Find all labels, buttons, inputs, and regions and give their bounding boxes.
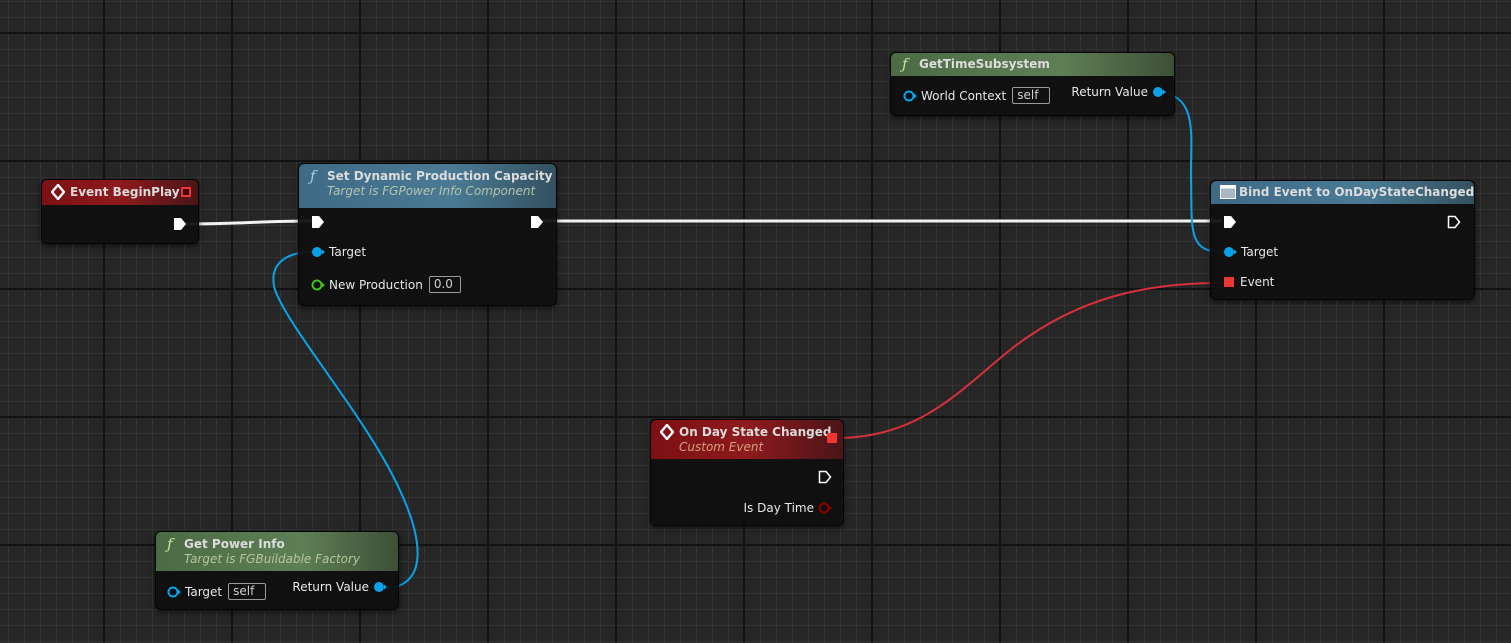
node-get-time-subsystem[interactable]: ƒ GetTimeSubsystem World Context self Re… bbox=[890, 52, 1175, 116]
node-header[interactable]: On Day State Changed Custom Event bbox=[651, 420, 843, 459]
new-production-input[interactable]: 0.0 bbox=[428, 276, 461, 293]
object-pin-icon[interactable] bbox=[311, 245, 325, 259]
float-pin-icon[interactable] bbox=[311, 278, 325, 292]
node-header[interactable]: Event BeginPlay bbox=[42, 180, 198, 205]
exec-out-pin[interactable] bbox=[530, 215, 544, 229]
node-header[interactable]: ƒ Get Power Info Target is FGBuildable F… bbox=[156, 532, 398, 571]
pin-row-target[interactable]: Target self bbox=[167, 583, 267, 600]
pin-row-is-day-time[interactable]: Is Day Time bbox=[744, 501, 832, 515]
node-subtitle: Target is FGBuildable Factory bbox=[184, 552, 361, 566]
event-diamond-icon bbox=[50, 183, 66, 201]
node-event-beginplay[interactable]: Event BeginPlay bbox=[41, 179, 199, 244]
function-icon: ƒ bbox=[899, 55, 914, 73]
node-header[interactable]: ƒ GetTimeSubsystem bbox=[891, 53, 1174, 76]
pin-row-world-context[interactable]: World Context self bbox=[903, 87, 1051, 104]
svg-text:ƒ: ƒ bbox=[900, 56, 910, 72]
pin-label: Target bbox=[329, 245, 367, 259]
pin-label: World Context bbox=[921, 88, 1007, 103]
function-icon: ƒ bbox=[307, 167, 322, 185]
node-title: GetTimeSubsystem bbox=[919, 57, 1050, 71]
node-subtitle: Target is FGPower Info Component bbox=[327, 184, 536, 198]
pin-row-new-production[interactable]: New Production 0.0 bbox=[311, 276, 461, 293]
object-pin-icon[interactable] bbox=[1152, 85, 1166, 99]
output-delegate-pin[interactable] bbox=[181, 187, 191, 197]
node-header[interactable]: ƒ Set Dynamic Production Capacity Target… bbox=[299, 164, 556, 208]
function-icon: ƒ bbox=[164, 535, 179, 553]
pin-row-target[interactable]: Target bbox=[1223, 245, 1278, 259]
node-title: Get Power Info bbox=[184, 537, 285, 551]
pin-label: Target bbox=[185, 584, 223, 599]
delegate-wire-ondaystate-to-bindevent[interactable] bbox=[835, 282, 1223, 439]
exec-in-pin[interactable] bbox=[1223, 215, 1237, 229]
exec-in-pin[interactable] bbox=[311, 215, 325, 229]
node-bind-event[interactable]: Bind Event to OnDayStateChanged Target E… bbox=[1210, 180, 1475, 300]
svg-text:ƒ: ƒ bbox=[165, 536, 175, 552]
exec-wire-beginplay-to-setcapacity[interactable] bbox=[185, 219, 313, 226]
node-title: On Day State Changed bbox=[679, 425, 832, 439]
exec-out-pin[interactable] bbox=[173, 217, 187, 231]
target-input[interactable]: self bbox=[228, 583, 267, 600]
node-title: Event BeginPlay bbox=[70, 185, 180, 199]
pin-label: Is Day Time bbox=[743, 501, 814, 515]
pin-row-target[interactable]: Target bbox=[311, 245, 366, 259]
exec-out-pin[interactable] bbox=[1447, 215, 1461, 229]
pin-label: Event bbox=[1240, 275, 1275, 289]
pin-row-return-value[interactable]: Return Value bbox=[1071, 85, 1166, 99]
pin-label: Return Value bbox=[292, 580, 369, 594]
svg-text:ƒ: ƒ bbox=[308, 168, 318, 184]
pin-label: Return Value bbox=[1071, 85, 1148, 99]
bool-pin-icon[interactable] bbox=[818, 501, 832, 515]
node-title: Bind Event to OnDayStateChanged bbox=[1239, 185, 1475, 199]
pin-row-return-value[interactable]: Return Value bbox=[292, 580, 387, 594]
exec-out-pin[interactable] bbox=[818, 470, 832, 484]
output-delegate-pin[interactable] bbox=[827, 433, 837, 443]
object-pin-icon[interactable] bbox=[167, 585, 181, 599]
node-get-power-info[interactable]: ƒ Get Power Info Target is FGBuildable F… bbox=[155, 531, 399, 610]
world-context-input[interactable]: self bbox=[1012, 87, 1051, 104]
object-pin-icon[interactable] bbox=[903, 89, 917, 103]
node-title: Set Dynamic Production Capacity bbox=[327, 169, 553, 183]
pin-label: New Production bbox=[329, 277, 423, 292]
bind-event-icon bbox=[1220, 185, 1236, 199]
event-diamond-icon bbox=[659, 423, 675, 441]
node-subtitle: Custom Event bbox=[679, 440, 764, 454]
node-header[interactable]: Bind Event to OnDayStateChanged bbox=[1211, 181, 1474, 204]
object-pin-icon[interactable] bbox=[373, 580, 387, 594]
node-on-day-state-changed[interactable]: On Day State Changed Custom Event Is Day… bbox=[650, 419, 844, 526]
object-pin-icon[interactable] bbox=[1223, 245, 1237, 259]
node-set-dynamic-production-capacity[interactable]: ƒ Set Dynamic Production Capacity Target… bbox=[298, 163, 557, 306]
delegate-pin-icon[interactable] bbox=[1224, 277, 1234, 287]
pin-label: Target bbox=[1241, 245, 1279, 259]
pin-row-event[interactable]: Event bbox=[1224, 275, 1274, 289]
